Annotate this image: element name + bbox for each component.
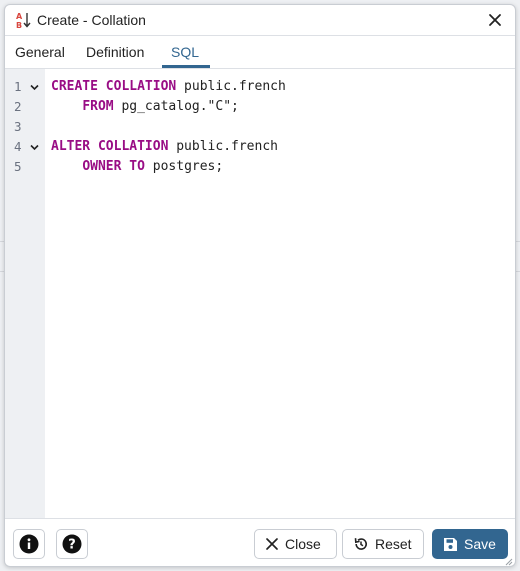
code-text: FROM pg_catalog."C";	[82, 99, 239, 114]
create-collation-dialog: A B Create - Collation General Definitio…	[4, 4, 516, 567]
collation-icon: A B	[16, 12, 31, 29]
save-button-label: Save	[464, 536, 496, 552]
svg-text:A: A	[16, 12, 23, 21]
resize-grip-icon[interactable]	[505, 558, 513, 566]
save-icon	[444, 537, 457, 551]
code-line: 2 FROM pg_catalog."C";	[5, 97, 515, 117]
tab-bar: General Definition SQL	[5, 36, 515, 69]
reset-icon	[354, 538, 367, 550]
info-icon	[19, 534, 39, 554]
code-line: 1 CREATE COLLATION public.french	[5, 77, 515, 97]
close-button-label: Close	[285, 536, 321, 552]
dialog-footer: ? Close Reset Save	[5, 519, 515, 566]
close-button[interactable]: Close	[254, 529, 337, 559]
svg-text:B: B	[16, 21, 22, 29]
save-button[interactable]: Save	[432, 529, 508, 559]
code-line: 5 OWNER TO postgres;	[5, 157, 515, 177]
dialog-title: Create - Collation	[37, 12, 146, 28]
tab-general[interactable]: General	[15, 44, 65, 60]
line-number: 2	[14, 99, 22, 114]
reset-button-label: Reset	[375, 536, 412, 552]
code-text: CREATE COLLATION public.french	[51, 79, 286, 94]
help-button[interactable]: ?	[56, 529, 88, 559]
tab-definition[interactable]: Definition	[86, 44, 144, 60]
svg-text:?: ?	[68, 538, 76, 553]
fold-chevron-icon[interactable]	[30, 83, 39, 92]
line-number: 5	[14, 159, 22, 174]
line-number: 3	[14, 119, 22, 134]
code-line: 4 ALTER COLLATION public.french	[5, 137, 515, 157]
tab-sql[interactable]: SQL	[171, 44, 199, 60]
line-number: 1	[14, 79, 22, 94]
reset-button[interactable]: Reset	[342, 529, 424, 559]
code-text: ALTER COLLATION public.french	[51, 139, 278, 154]
dialog-titlebar[interactable]: A B Create - Collation	[5, 5, 515, 36]
line-number: 4	[14, 139, 22, 154]
code-line: 3	[5, 117, 515, 137]
active-tab-indicator	[162, 65, 210, 68]
sql-editor[interactable]: 1 CREATE COLLATION public.french 2 FROM …	[5, 69, 515, 519]
fold-chevron-icon[interactable]	[30, 143, 39, 152]
info-button[interactable]	[13, 529, 45, 559]
help-icon: ?	[62, 534, 82, 554]
close-icon	[266, 538, 278, 550]
close-icon[interactable]	[487, 12, 503, 28]
code-text: OWNER TO postgres;	[82, 159, 224, 174]
